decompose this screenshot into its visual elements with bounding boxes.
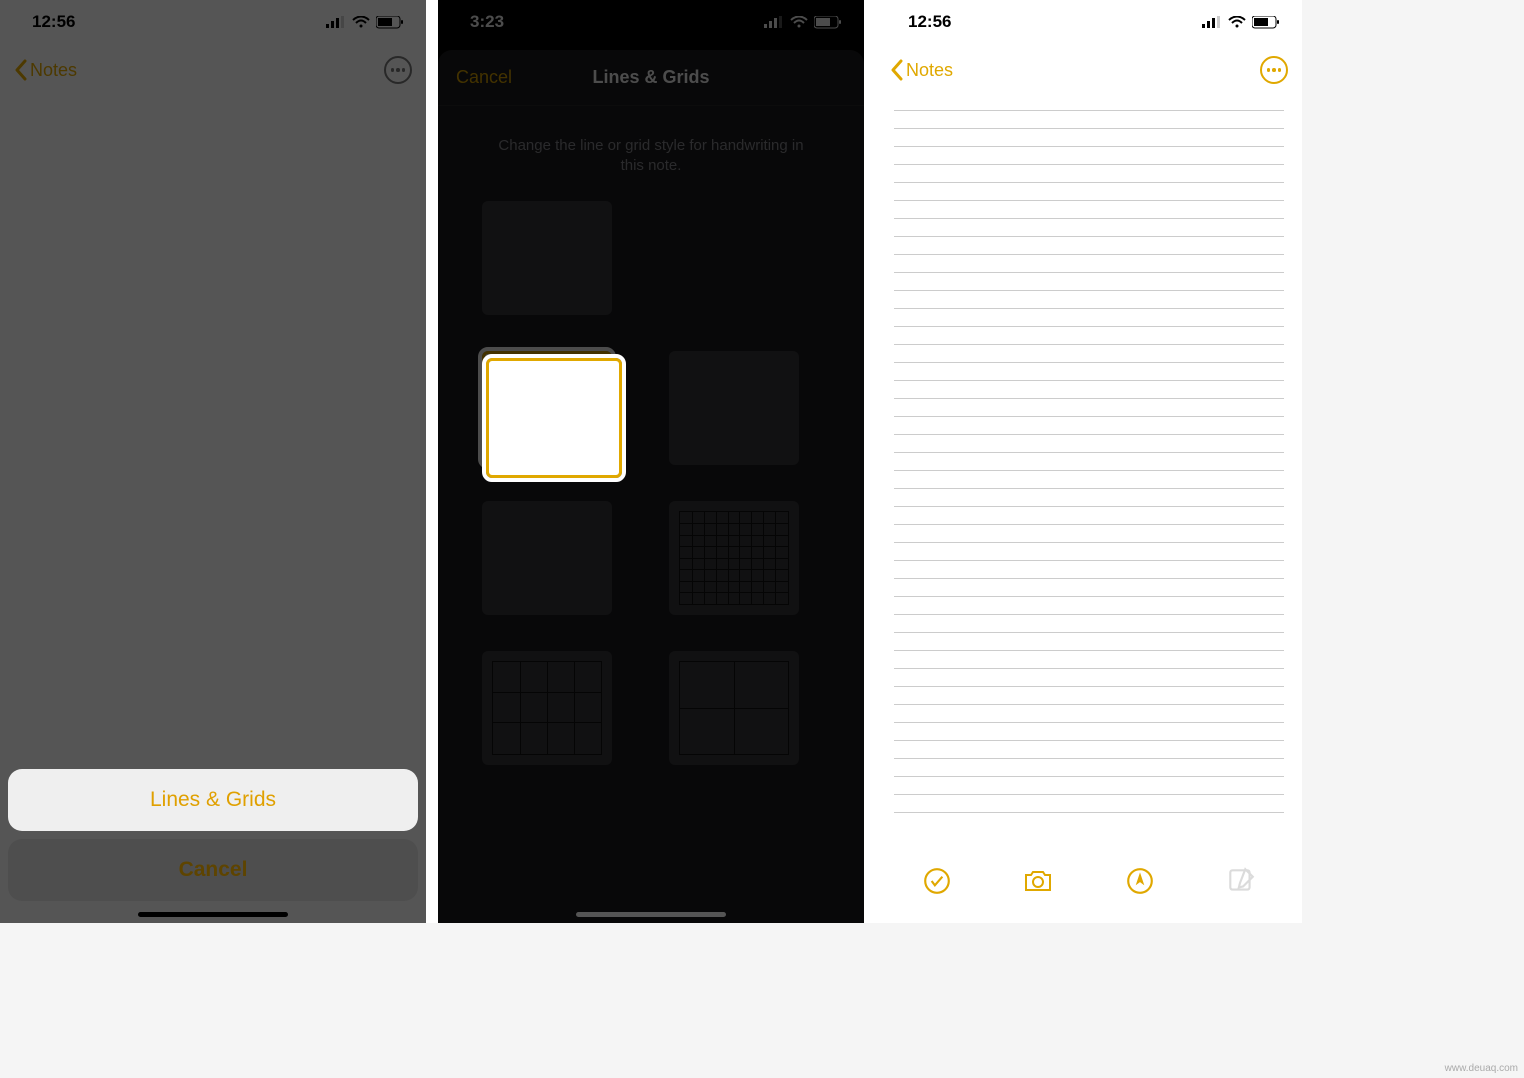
status-time: 12:56 [32, 12, 75, 32]
status-bar: 3:23 [438, 0, 864, 44]
style-option-blank[interactable] [482, 201, 612, 315]
status-icons [326, 16, 404, 29]
screen-3-lined-note: 12:56 Notes [876, 0, 1302, 923]
wifi-icon [352, 16, 370, 29]
chevron-left-icon [890, 59, 904, 81]
modal-header: Cancel Lines & Grids [438, 50, 864, 106]
battery-icon [376, 16, 404, 29]
back-button[interactable]: Notes [890, 59, 953, 81]
lines-grids-label: Lines & Grids [150, 788, 276, 812]
new-note-button[interactable] [1226, 866, 1256, 896]
home-indicator[interactable] [138, 912, 288, 917]
markup-button[interactable] [1125, 866, 1155, 896]
status-icons [764, 16, 842, 29]
cellular-icon [1202, 16, 1222, 28]
camera-button[interactable] [1023, 866, 1053, 896]
more-button[interactable] [1260, 56, 1288, 84]
note-canvas-lined[interactable] [894, 110, 1284, 843]
status-time: 3:23 [470, 12, 504, 32]
status-bar: 12:56 [876, 0, 1302, 44]
style-options-grid [438, 201, 864, 765]
action-sheet: Lines & Grids Cancel [8, 769, 418, 909]
home-indicator[interactable] [576, 912, 726, 917]
lines-grids-modal: Cancel Lines & Grids Change the line or … [438, 50, 864, 923]
status-icons [1202, 16, 1280, 29]
lines-grids-button[interactable]: Lines & Grids [8, 769, 418, 831]
battery-icon [1252, 16, 1280, 29]
screen-1-action-sheet: 12:56 Notes Lines & Grids Cancel [0, 0, 426, 923]
style-option-lines-narrow[interactable] [482, 351, 612, 465]
cellular-icon [326, 16, 346, 28]
cellular-icon [764, 16, 784, 28]
battery-icon [814, 16, 842, 29]
style-option-grid-large[interactable] [669, 651, 799, 765]
nav-bar: Notes [876, 44, 1302, 96]
style-option-lines-medium[interactable] [669, 351, 799, 465]
checklist-button[interactable] [922, 866, 952, 896]
back-label: Notes [30, 60, 77, 81]
wifi-icon [1228, 16, 1246, 29]
status-bar: 12:56 [0, 0, 426, 44]
more-button[interactable] [384, 56, 412, 84]
screen-2-style-picker: 3:23 Cancel Lines & Grids Change the lin… [438, 0, 864, 923]
style-option-grid-medium[interactable] [482, 651, 612, 765]
chevron-left-icon [14, 59, 28, 81]
bottom-toolbar [876, 853, 1302, 909]
back-button[interactable]: Notes [14, 59, 77, 81]
style-option-lines-wide[interactable] [482, 501, 612, 615]
wifi-icon [790, 16, 808, 29]
watermark: www.deuaq.com [1445, 1063, 1518, 1074]
style-option-grid-small[interactable] [669, 501, 799, 615]
nav-bar: Notes [0, 44, 426, 96]
cancel-label: Cancel [179, 858, 248, 882]
back-label: Notes [906, 60, 953, 81]
modal-cancel-button[interactable]: Cancel [456, 67, 512, 88]
modal-description: Change the line or grid style for handwr… [438, 106, 864, 201]
status-time: 12:56 [908, 12, 951, 32]
cancel-button[interactable]: Cancel [8, 839, 418, 901]
